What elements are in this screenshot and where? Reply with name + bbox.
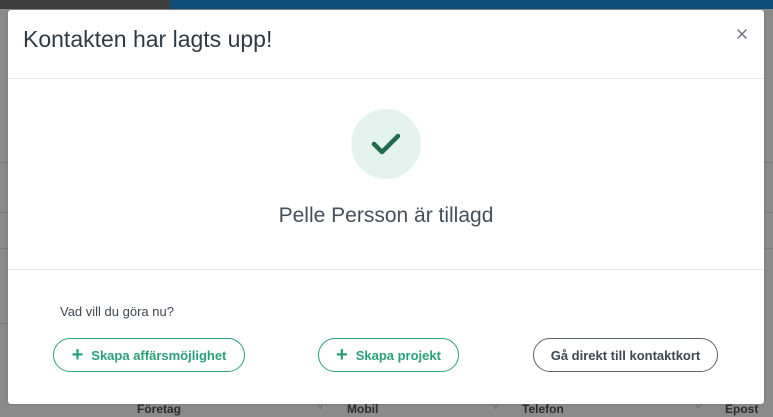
checkmark-icon [371, 133, 401, 155]
column-header-mobile: Mobil [347, 402, 379, 416]
plus-icon: + [336, 344, 348, 366]
column-header-phone: Telefon [522, 402, 564, 416]
column-header-email: Epost [725, 402, 759, 416]
background-header-accent [170, 0, 773, 9]
go-to-contact-card-label: Gå direkt till kontaktkort [550, 347, 701, 363]
create-opportunity-label: Skapa affärsmöjlighet [91, 347, 227, 363]
background-divider [0, 323, 8, 324]
contact-added-dialog: Kontakten har lagts upp! Pelle Persson ä… [8, 10, 764, 404]
create-opportunity-button[interactable]: + Skapa affärsmöjlighet [53, 338, 245, 372]
close-button[interactable] [734, 26, 750, 42]
next-step-question: Vad vill du göra nu? [60, 304, 174, 319]
dialog-title: Kontakten har lagts upp! [23, 26, 273, 52]
go-to-contact-card-button[interactable]: Gå direkt till kontaktkort [533, 338, 718, 372]
column-header-company: Företag [137, 402, 182, 416]
create-project-button[interactable]: + Skapa projekt [318, 338, 459, 372]
plus-icon: + [71, 344, 84, 366]
dialog-divider [8, 269, 764, 270]
close-icon [737, 29, 747, 39]
success-badge [351, 109, 421, 179]
create-project-label: Skapa projekt [355, 347, 441, 363]
dialog-header: Kontakten har lagts upp! [8, 10, 764, 79]
added-message: Pelle Persson är tillagd [278, 204, 494, 227]
